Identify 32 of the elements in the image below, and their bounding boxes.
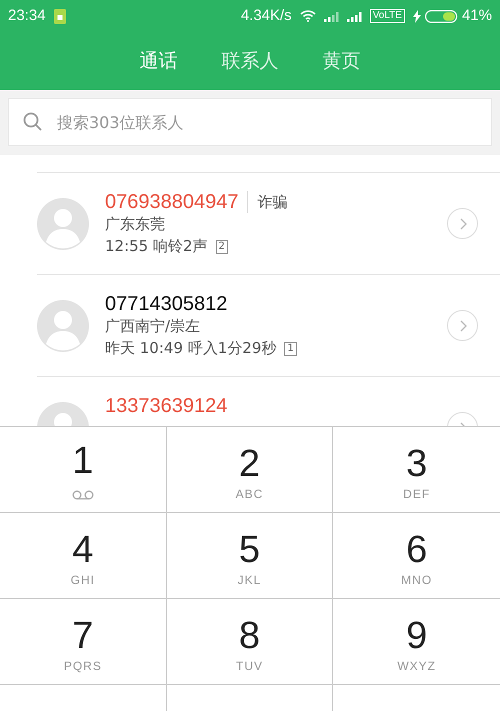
phone-number: 13373639124 xyxy=(105,394,228,418)
call-count: 2 xyxy=(216,240,228,254)
search-icon xyxy=(23,112,43,132)
dial-key[interactable]: 1 xyxy=(0,427,167,513)
battery-icon xyxy=(424,10,458,22)
call-location: 广东东莞 xyxy=(105,214,166,235)
dial-key[interactable]: 4 GHI xyxy=(0,513,167,599)
signal-icon xyxy=(346,10,362,22)
details-button[interactable] xyxy=(447,310,478,341)
network-speed: 4.34K/s xyxy=(240,6,292,26)
dial-key[interactable]: 7 PQRS xyxy=(0,599,167,685)
dial-key[interactable]: 5 JKL xyxy=(166,513,334,599)
dial-key[interactable]: 8 TUV xyxy=(166,599,334,685)
voicemail-icon xyxy=(72,490,94,500)
avatar-icon xyxy=(37,198,89,250)
details-button[interactable] xyxy=(447,208,478,239)
call-detail: 昨天 10:49 呼入1分29秒 xyxy=(105,338,276,359)
network-label: VoLTE xyxy=(370,9,405,23)
call-count: 1 xyxy=(284,342,297,356)
call-tag: 诈骗 xyxy=(247,190,288,214)
phone-number: 07714305812 xyxy=(105,292,228,316)
signal-icon xyxy=(324,10,339,22)
status-time: 23:34 xyxy=(8,6,46,26)
call-detail: 12:55 响铃2声 xyxy=(105,236,208,257)
call-location: 广西南宁/崇左 xyxy=(105,316,202,337)
dial-key[interactable]: 2 ABC xyxy=(166,427,334,513)
phone-number: 076938804947 xyxy=(105,190,238,214)
battery-percent: 41% xyxy=(462,6,492,26)
search-field[interactable]: 搜索303位联系人 xyxy=(8,98,492,146)
avatar-icon xyxy=(37,300,89,352)
charging-icon xyxy=(412,10,421,22)
wifi-icon xyxy=(300,10,316,22)
